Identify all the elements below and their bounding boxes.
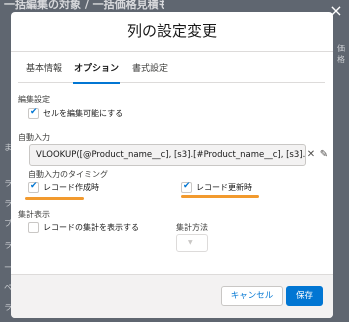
tab-options[interactable]: オプション (72, 61, 121, 84)
clear-icon[interactable]: ✕ (305, 149, 317, 161)
auto-input-timing-label: 自動入力のタイミング (28, 170, 108, 179)
checkbox-box[interactable] (28, 222, 39, 233)
tab-basic-info[interactable]: 基本情報 (26, 61, 62, 81)
check-icon: ✔ (30, 181, 38, 191)
show-aggregate-checkbox-label: レコードの集計を表示する (43, 223, 139, 232)
modal-title: 列の設定変更 (11, 12, 333, 52)
save-button[interactable]: 保存 (286, 286, 323, 306)
checkbox-box[interactable]: ✔ (28, 181, 39, 193)
tab-bar: 基本情報 オプション 書式設定 (18, 59, 325, 84)
aggregate-heading: 集計表示 (18, 210, 50, 219)
aggregate-method-select[interactable]: ▼ (176, 234, 208, 252)
check-icon: ✔ (183, 181, 191, 191)
annotation-underline (25, 197, 84, 200)
modal-footer: キャンセル 保存 (11, 274, 333, 318)
on-update-checkbox-label: レコード更新時 (196, 183, 252, 192)
edit-settings-heading: 編集設定 (18, 95, 50, 104)
edit-icon[interactable]: ✎ (318, 149, 330, 161)
editable-checkbox-label: セルを編集可能にする (43, 109, 124, 118)
on-create-checkbox[interactable]: ✔ レコード作成時 (28, 181, 128, 194)
editable-checkbox[interactable]: ✔ セルを編集可能にする (28, 107, 148, 120)
check-icon: ✔ (30, 107, 38, 117)
on-update-checkbox[interactable]: ✔ レコード更新時 (181, 181, 281, 194)
checkbox-box[interactable]: ✔ (28, 107, 39, 119)
formula-field[interactable]: VLOOKUP([@Product_name__c], [s3].[#Produ… (29, 144, 306, 166)
chevron-down-icon: ▼ (188, 239, 193, 246)
tab-format-settings[interactable]: 書式設定 (132, 61, 168, 81)
annotation-underline (181, 195, 259, 198)
background-page-title: 一括編集の対象 / 一括価格見積もり (4, 0, 164, 10)
aggregate-method-label: 集計方法 (176, 223, 208, 232)
column-settings-modal: 列の設定変更 基本情報 オプション 書式設定 編集設定 ✔ セルを編集可能にする… (11, 12, 333, 318)
auto-input-heading: 自動入力 (18, 133, 50, 142)
checkbox-box[interactable]: ✔ (181, 181, 192, 193)
cancel-button[interactable]: キャンセル (221, 286, 283, 306)
background-text: 価格 (337, 44, 345, 64)
on-create-checkbox-label: レコード作成時 (43, 183, 99, 192)
show-aggregate-checkbox[interactable]: レコードの集計を表示する (28, 222, 158, 234)
